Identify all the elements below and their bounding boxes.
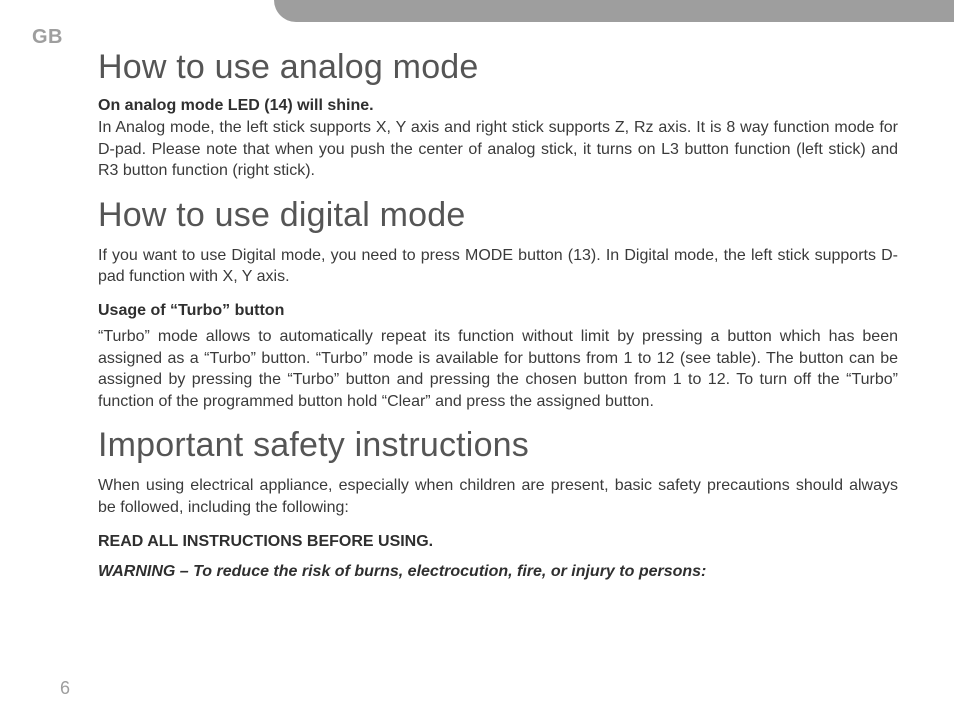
page-number: 6 [60,678,70,699]
warning-text: WARNING – To reduce the risk of burns, e… [98,563,898,581]
section-safety: Important safety instructions When using… [98,426,898,580]
turbo-body: “Turbo” mode allows to automatically rep… [98,326,898,412]
page-content: How to use analog mode On analog mode LE… [98,48,898,591]
section-digital: How to use digital mode If you want to u… [98,196,898,413]
section-analog: How to use analog mode On analog mode LE… [98,48,898,182]
turbo-label: Usage of “Turbo” button [98,302,898,320]
analog-lead: On analog mode LED (14) will shine. [98,97,898,115]
header-tab [274,0,954,22]
heading-digital: How to use digital mode [98,196,898,235]
heading-safety: Important safety instructions [98,426,898,465]
safety-body: When using electrical appliance, especia… [98,475,898,518]
heading-analog: How to use analog mode [98,48,898,87]
region-label: GB [32,26,63,49]
digital-body: If you want to use Digital mode, you nee… [98,245,898,288]
analog-body: In Analog mode, the left stick supports … [98,117,898,182]
read-all-instructions: READ ALL INSTRUCTIONS BEFORE USING. [98,533,898,551]
